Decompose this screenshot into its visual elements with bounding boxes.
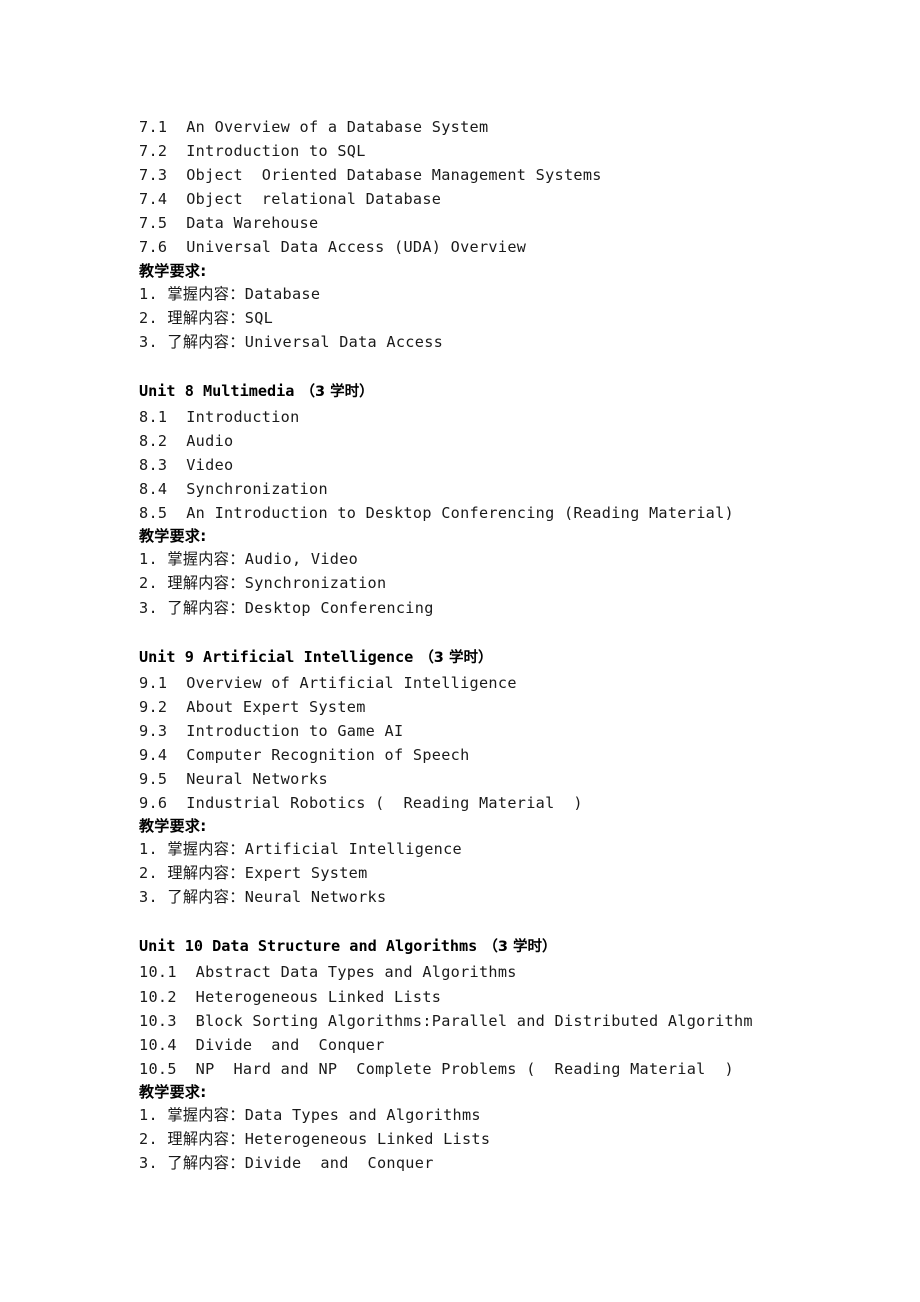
section-item: 10.5 NP Hard and NP Complete Problems ( …: [139, 1057, 879, 1081]
section-number: 9.2: [139, 697, 168, 716]
unit-8-section: Unit 8 Multimedia （3 学时） 8.1 Introduction…: [139, 378, 879, 620]
section-number: 10.5: [139, 1059, 177, 1078]
requirement-item: 2. 理解内容：Synchronization: [139, 574, 387, 593]
requirement-item: 2. 理解内容：Expert System: [139, 864, 368, 883]
section-item: 9.3 Introduction to Game AI: [139, 719, 879, 743]
section-item: 7.1 An Overview of a Database System: [139, 115, 879, 139]
unit-name: Unit 10 Data Structure and Algorithms: [139, 937, 478, 956]
section-item: 9.4 Computer Recognition of Speech: [139, 743, 879, 767]
requirement-item: 3. 了解内容：Universal Data Access: [139, 332, 444, 351]
requirement-item: 1. 掌握内容：Artificial Intelligence: [139, 840, 462, 859]
unit-name: Unit 9 Artificial Intelligence: [139, 647, 414, 666]
requirement-item: 1. 掌握内容：Database: [139, 284, 321, 303]
requirement-item: 3. 了解内容：Desktop Conferencing: [139, 598, 434, 617]
section-number: 7.6: [139, 238, 168, 257]
section-item: 7.3 Object Oriented Database Management …: [139, 163, 879, 187]
unit-9-section: Unit 9 Artificial Intelligence （3 学时） 9.1…: [139, 644, 879, 910]
section-number: 10.3: [139, 1011, 177, 1030]
section-title: Introduction to Game AI: [186, 721, 404, 740]
unit-hours: （3 学时）: [483, 939, 557, 956]
section-item: 10.3 Block Sorting Algorithms:Parallel a…: [139, 1009, 879, 1033]
section-item: 7.2 Introduction to SQL: [139, 139, 879, 163]
section-title: An Introduction to Desktop Conferencing …: [186, 504, 734, 523]
section-item: 10.1 Abstract Data Types and Algorithms: [139, 960, 879, 984]
section-number: 7.1: [139, 118, 168, 136]
unit-name: Unit 8 Multimedia: [139, 381, 295, 400]
section-number: 7.2: [139, 142, 168, 161]
section-number: 9.6: [139, 794, 168, 813]
section-number: 7.3: [139, 166, 168, 185]
section-number: 9.4: [139, 745, 168, 764]
section-title: Divide and Conquer: [195, 1035, 385, 1054]
section-title: Object relational Database: [186, 190, 442, 209]
section-item: 8.4 Synchronization: [139, 477, 879, 501]
section-item: 9.1 Overview of Artificial Intelligence: [139, 671, 879, 695]
section-number: 10.1: [139, 963, 177, 982]
section-title: Neural Networks: [186, 769, 328, 788]
section-item: 7.6 Universal Data Access (UDA) Overview: [139, 235, 879, 259]
section-number: 7.5: [139, 214, 168, 233]
requirements-heading: 教学要求:: [139, 527, 207, 546]
section-item: 8.2 Audio: [139, 429, 879, 453]
unit-hours: （3 学时）: [419, 649, 493, 666]
section-title: NP Hard and NP Complete Problems ( Readi…: [195, 1059, 734, 1078]
section-title: About Expert System: [186, 697, 366, 716]
unit-hours: （3 学时）: [300, 383, 374, 400]
requirement-item: 3. 了解内容：Neural Networks: [139, 888, 387, 907]
section-item: 9.6 Industrial Robotics ( Reading Materi…: [139, 791, 879, 815]
section-item: 10.2 Heterogeneous Linked Lists: [139, 985, 879, 1009]
section-item: 8.5 An Introduction to Desktop Conferenc…: [139, 501, 879, 525]
unit-title: Unit 10 Data Structure and Algorithms （3 …: [139, 933, 879, 960]
section-number: 10.2: [139, 987, 177, 1006]
unit-title: Unit 9 Artificial Intelligence （3 学时）: [139, 644, 879, 671]
unit-title: Unit 8 Multimedia （3 学时）: [139, 378, 879, 405]
section-title: Object Oriented Database Management Syst…: [186, 166, 602, 185]
section-title: Introduction: [186, 407, 300, 426]
unit-7-section: 7.1 An Overview of a Database System 7.2…: [139, 115, 879, 354]
section-item: 7.5 Data Warehouse: [139, 211, 879, 235]
section-title: Introduction to SQL: [186, 142, 366, 161]
section-title: Video: [186, 456, 234, 475]
section-number: 10.4: [139, 1035, 177, 1054]
section-number: 8.4: [139, 480, 168, 499]
section-number: 9.5: [139, 769, 168, 788]
requirement-item: 1. 掌握内容：Data Types and Algorithms: [139, 1105, 481, 1124]
requirement-item: 2. 理解内容：SQL: [139, 308, 274, 327]
section-title: An Overview of a Database System: [186, 118, 489, 136]
requirements-heading: 教学要求:: [139, 817, 207, 836]
requirement-item: 3. 了解内容：Divide and Conquer: [139, 1154, 434, 1173]
section-number: 9.3: [139, 721, 168, 740]
unit-10-section: Unit 10 Data Structure and Algorithms （3 …: [139, 933, 879, 1175]
requirement-item: 2. 理解内容：Heterogeneous Linked Lists: [139, 1130, 491, 1148]
section-number: 8.5: [139, 504, 168, 523]
requirement-item: 1. 掌握内容：Audio, Video: [139, 550, 359, 569]
section-item: 9.2 About Expert System: [139, 695, 879, 719]
section-title: Computer Recognition of Speech: [186, 745, 470, 764]
section-title: Heterogeneous Linked Lists: [195, 987, 442, 1006]
syllabus-page: 7.1 An Overview of a Database System 7.2…: [139, 115, 879, 1175]
section-title: Synchronization: [186, 480, 328, 499]
section-title: Industrial Robotics ( Reading Material ): [186, 794, 583, 813]
section-title: Universal Data Access (UDA) Overview: [186, 238, 527, 257]
requirements-heading: 教学要求:: [139, 261, 207, 280]
section-number: 8.3: [139, 456, 168, 475]
section-item: 9.5 Neural Networks: [139, 767, 879, 791]
section-title: Block Sorting Algorithms:Parallel and Di…: [195, 1011, 753, 1030]
section-title: Overview of Artificial Intelligence: [186, 673, 517, 692]
section-item: 8.3 Video: [139, 453, 879, 477]
requirements-heading: 教学要求:: [139, 1082, 207, 1101]
section-number: 8.1: [139, 407, 168, 426]
section-item: 7.4 Object relational Database: [139, 187, 879, 211]
section-number: 8.2: [139, 431, 168, 450]
section-title: Audio: [186, 431, 234, 450]
section-number: 9.1: [139, 673, 168, 692]
section-number: 7.4: [139, 190, 168, 209]
section-title: Abstract Data Types and Algorithms: [195, 963, 517, 982]
section-item: 8.1 Introduction: [139, 405, 879, 429]
section-item: 10.4 Divide and Conquer: [139, 1033, 879, 1057]
section-title: Data Warehouse: [186, 214, 319, 233]
